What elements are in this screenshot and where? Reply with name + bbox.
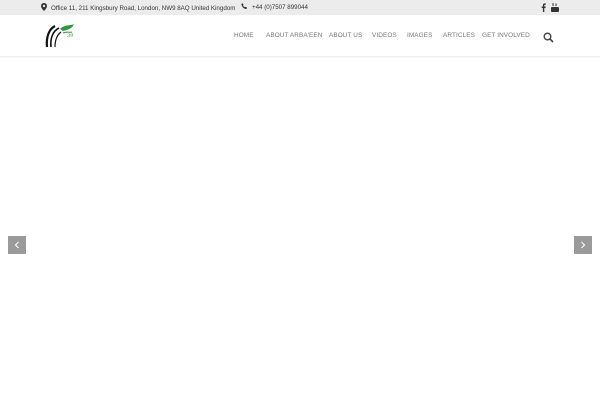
- site-logo[interactable]: 39: [43, 23, 77, 49]
- map-marker-icon: [41, 3, 47, 13]
- logo-icon: 39: [45, 24, 74, 48]
- nav-item-images[interactable]: IMAGES: [407, 32, 432, 39]
- chevron-right-icon: [581, 241, 586, 249]
- svg-text:39: 39: [67, 33, 74, 39]
- search-icon[interactable]: [543, 30, 554, 43]
- slider-prev-button[interactable]: [8, 236, 26, 254]
- nav-item-get-involved[interactable]: GET INVOLVED: [482, 32, 530, 39]
- chevron-left-icon: [14, 241, 19, 249]
- nav-item-about-arbaeen[interactable]: ABOUT ARBA'EEN: [266, 32, 322, 39]
- nav-item-home[interactable]: HOME: [234, 32, 254, 39]
- youtube-icon[interactable]: [550, 2, 560, 12]
- address-text: Office 11, 211 Kingsbury Road, London, N…: [51, 4, 236, 12]
- phone-icon: [241, 3, 248, 12]
- nav-item-articles[interactable]: ARTICLES: [443, 32, 475, 39]
- nav-item-about-us[interactable]: ABOUT US: [329, 32, 362, 39]
- nav-item-videos[interactable]: VIDEOS: [372, 32, 397, 39]
- phone-block: +44 (0)7507 899044: [241, 3, 308, 12]
- hero-slider: [0, 58, 600, 400]
- site-header: 39 HOME ABOUT ARBA'EEN ABOUT US VIDEOS I…: [0, 15, 600, 57]
- top-info-bar: Office 11, 211 Kingsbury Road, London, N…: [0, 0, 600, 15]
- slider-next-button[interactable]: [574, 236, 592, 254]
- address-block: Office 11, 211 Kingsbury Road, London, N…: [41, 3, 235, 13]
- phone-text[interactable]: +44 (0)7507 899044: [252, 4, 308, 11]
- facebook-icon[interactable]: [538, 2, 548, 12]
